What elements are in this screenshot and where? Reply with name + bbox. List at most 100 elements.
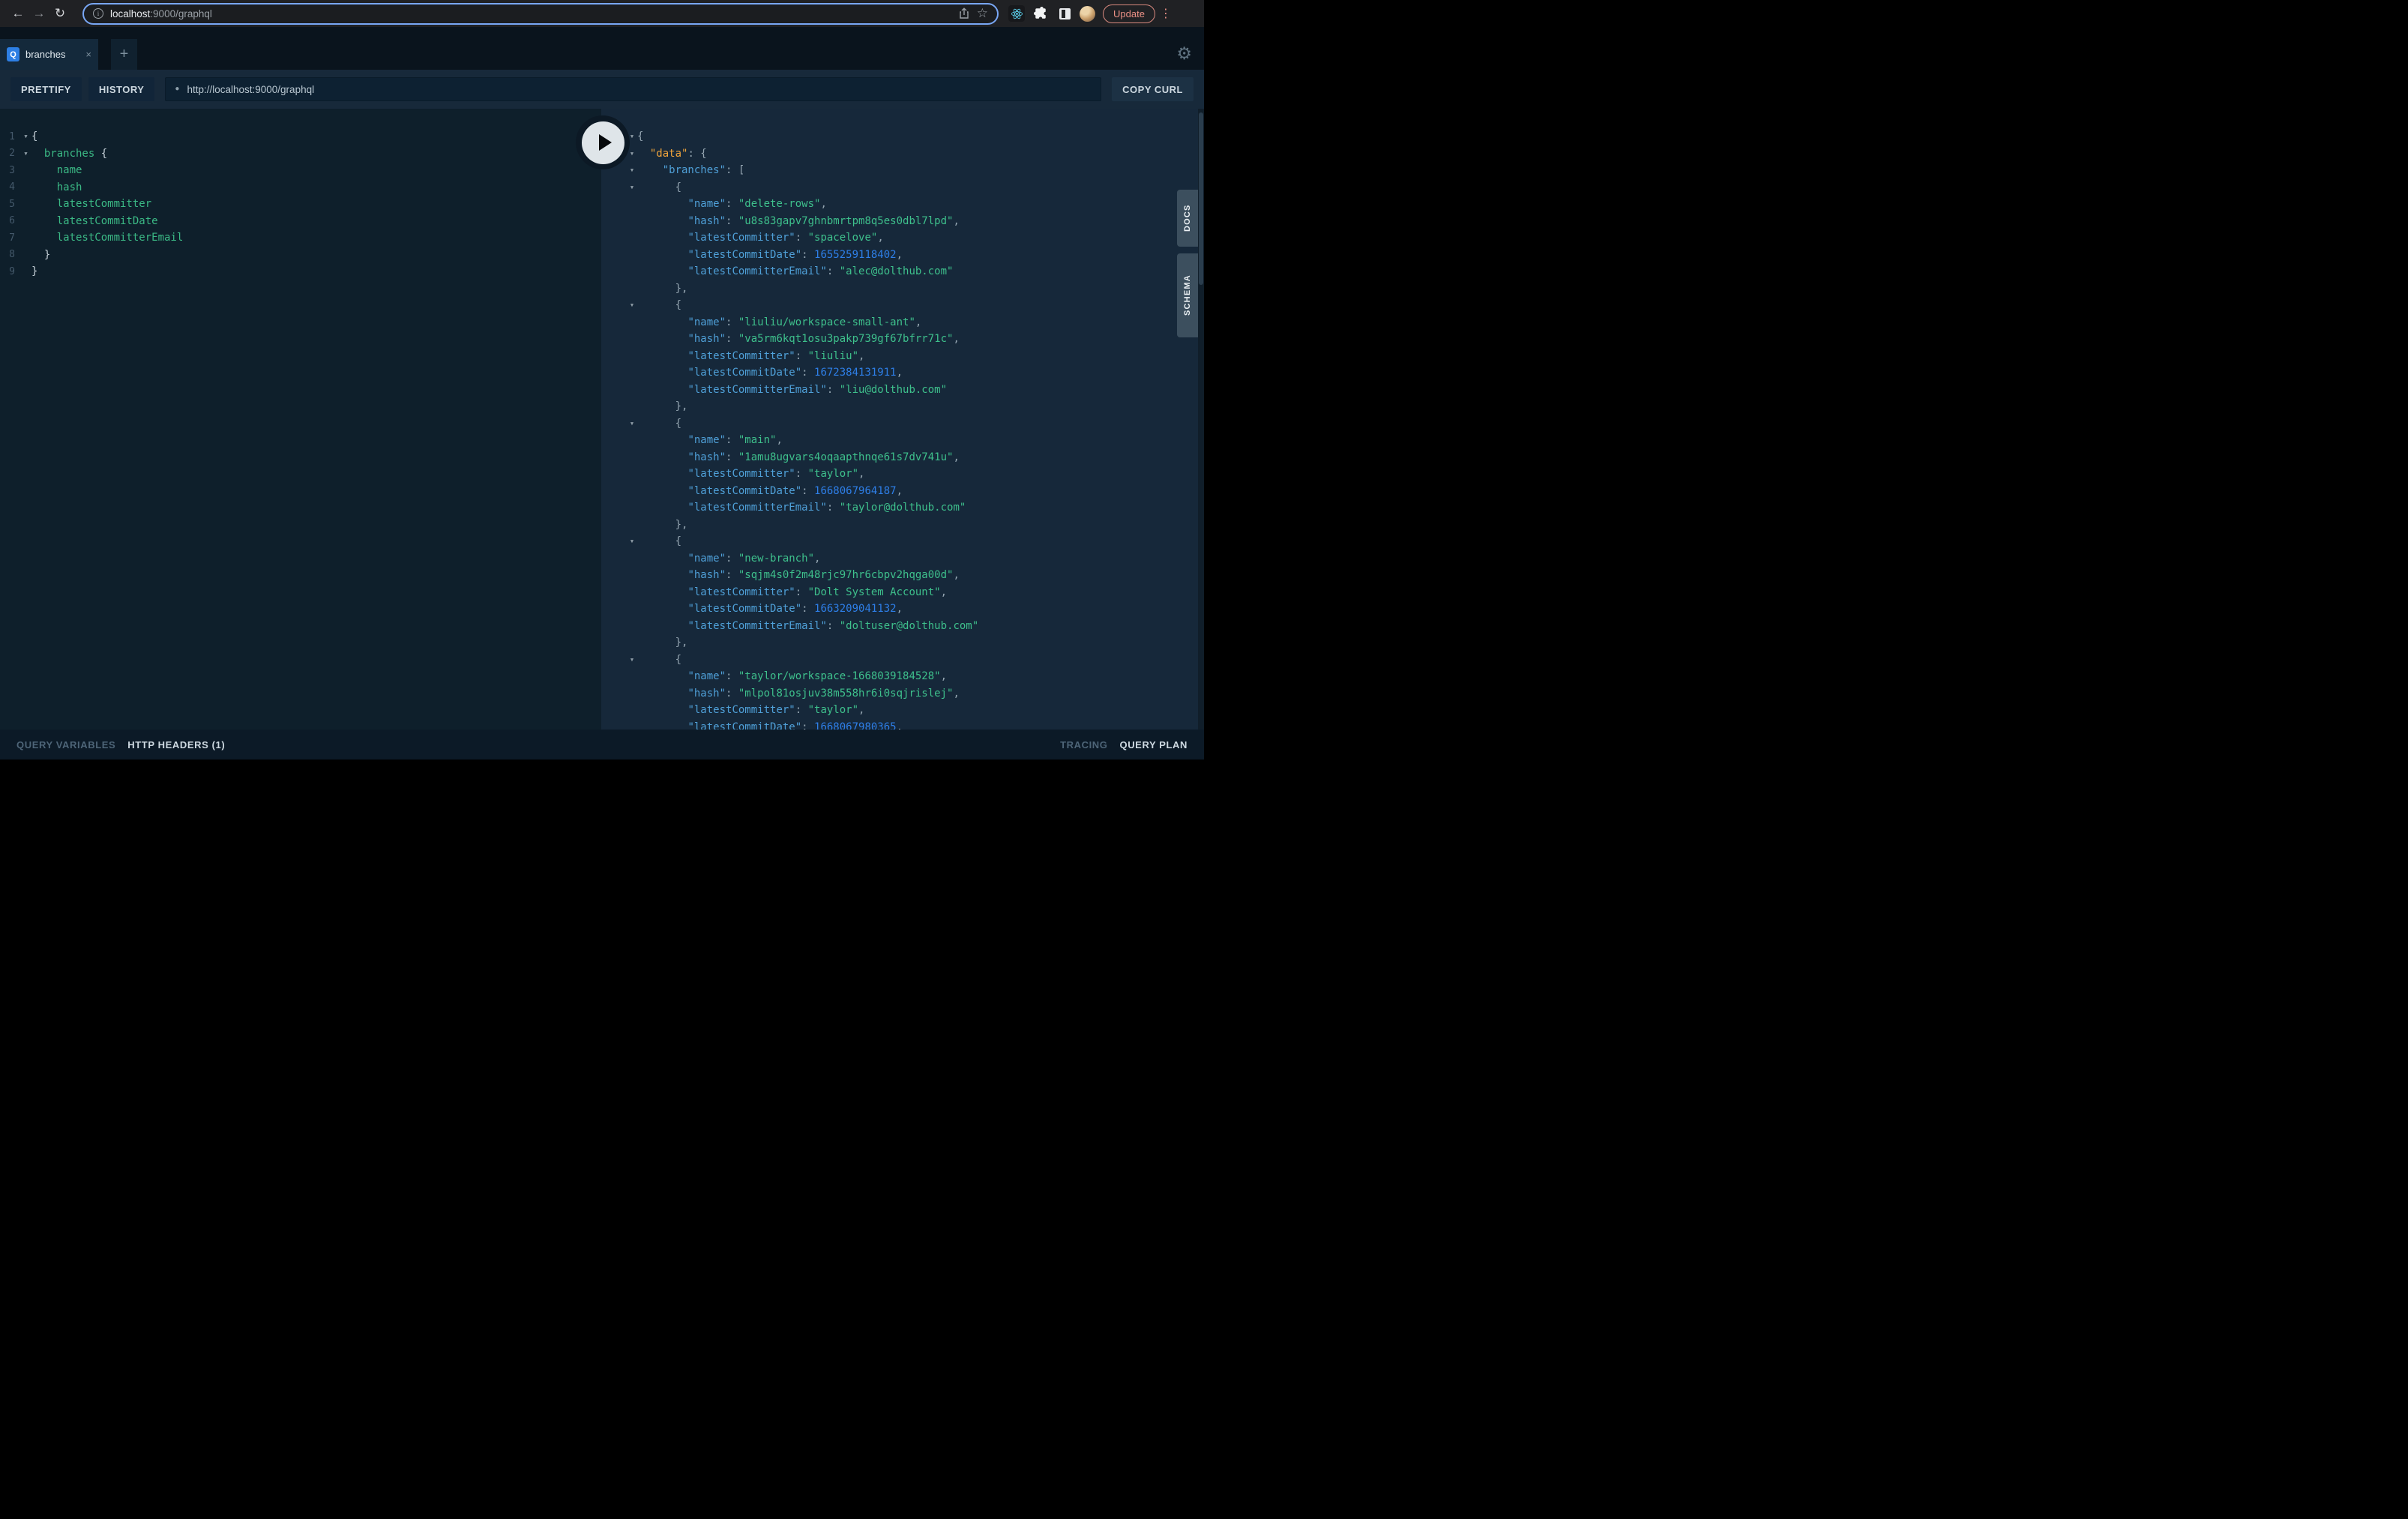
- browser-menu-icon[interactable]: ⋮: [1160, 6, 1172, 21]
- share-icon[interactable]: [958, 7, 970, 19]
- docs-side-tab[interactable]: DOCS: [1177, 190, 1198, 247]
- result-line: "latestCommitDate": 1663209041132,: [601, 601, 1204, 618]
- endpoint-url: http://localhost:9000/graphql: [187, 84, 314, 95]
- line-number: 7: [0, 232, 15, 244]
- code-text: },: [637, 634, 687, 652]
- tab-close-icon[interactable]: ×: [85, 49, 91, 60]
- code-text: latestCommitDate: [31, 213, 158, 230]
- result-line: "hash": "mlpol81osjuv38m558hr6i0sqjrisle…: [601, 685, 1204, 703]
- code-text: latestCommitter: [31, 196, 151, 213]
- line-number: 3: [0, 165, 15, 176]
- forward-icon[interactable]: →: [28, 2, 49, 25]
- fold-arrow-icon[interactable]: ▼: [20, 151, 31, 157]
- query-line: 2 ▼ branches {: [0, 145, 601, 163]
- result-line: ▼ {: [601, 652, 1204, 669]
- query-variables-tab[interactable]: QUERY VARIABLES: [16, 739, 115, 751]
- code-text: },: [637, 517, 687, 534]
- result-line: "latestCommitDate": 1655259118402,: [601, 247, 1204, 264]
- tracing-tab[interactable]: TRACING: [1060, 739, 1107, 751]
- result-line: "latestCommitterEmail": "alec@dolthub.co…: [601, 263, 1204, 280]
- fold-arrow-icon[interactable]: ▼: [627, 302, 637, 308]
- line-number: 6: [0, 215, 15, 226]
- code-text: {: [637, 415, 681, 433]
- fold-arrow-icon[interactable]: ▼: [627, 657, 637, 663]
- bookmark-star-icon[interactable]: ☆: [977, 7, 988, 19]
- schema-side-tab[interactable]: SCHEMA: [1177, 253, 1198, 337]
- result-line: "latestCommitter": "spacelove",: [601, 229, 1204, 247]
- result-line: "hash": "sqjm4s0f2m48rjc97hr6cbpv2hqga00…: [601, 567, 1204, 584]
- fold-arrow-icon[interactable]: ▼: [20, 133, 31, 139]
- fold-arrow-icon[interactable]: ▼: [627, 151, 637, 157]
- code-text: }: [31, 247, 50, 264]
- site-info-icon[interactable]: i: [93, 8, 103, 19]
- code-text: "hash": "mlpol81osjuv38m558hr6i0sqjrisle…: [637, 685, 960, 703]
- result-line: },: [601, 634, 1204, 652]
- code-text: "hash": "u8s83gapv7ghnbmrtpm8q5es0dbl7lp…: [637, 213, 960, 230]
- code-text: "name": "taylor/workspace-1668039184528"…: [637, 668, 947, 685]
- code-text: {: [31, 128, 37, 145]
- react-devtools-extension-icon[interactable]: [1008, 5, 1025, 22]
- result-line: "hash": "1amu8ugvars4oqaapthnqe61s7dv741…: [601, 449, 1204, 466]
- update-button[interactable]: Update: [1103, 4, 1155, 23]
- result-line: ▼ {: [601, 297, 1204, 314]
- code-text: {: [637, 128, 643, 145]
- query-badge: Q: [7, 47, 19, 61]
- code-text: "latestCommitDate": 1672384131911,: [637, 364, 903, 382]
- playground-tabstrip: Q branches × + ⚙: [0, 27, 1204, 70]
- fold-arrow-icon[interactable]: ▼: [627, 538, 637, 544]
- result-line: ▼ "data": {: [601, 145, 1204, 163]
- result-line: ▼ "branches": [: [601, 162, 1204, 179]
- http-headers-tab[interactable]: HTTP HEADERS (1): [127, 739, 225, 751]
- query-line: 3 name: [0, 162, 601, 179]
- code-text: "latestCommitter": "liuliu",: [637, 348, 864, 365]
- prettify-button[interactable]: PRETTIFY: [10, 77, 82, 101]
- code-text: "name": "main",: [637, 432, 783, 449]
- extensions-puzzle-icon[interactable]: [1032, 4, 1050, 22]
- code-text: branches {: [31, 145, 107, 163]
- result-scrollbar[interactable]: [1198, 109, 1204, 730]
- query-line: 9}: [0, 263, 601, 280]
- code-text: }: [31, 263, 37, 280]
- query-plan-tab[interactable]: QUERY PLAN: [1119, 739, 1188, 751]
- code-text: {: [637, 652, 681, 669]
- new-tab-button[interactable]: +: [111, 39, 137, 70]
- code-text: "branches": [: [637, 162, 744, 179]
- result-scrollbar-thumb[interactable]: [1199, 112, 1203, 285]
- code-text: "latestCommitterEmail": "liu@dolthub.com…: [637, 382, 947, 399]
- code-text: },: [637, 398, 687, 415]
- code-text: "hash": "va5rm6kqt1osu3pakp739gf67bfrr71…: [637, 331, 960, 348]
- line-number: 2: [0, 148, 15, 159]
- code-text: "latestCommitDate": 1663209041132,: [637, 601, 903, 618]
- result-line: },: [601, 398, 1204, 415]
- result-line: "latestCommitterEmail": "taylor@dolthub.…: [601, 499, 1204, 517]
- code-text: "latestCommitter": "taylor",: [637, 466, 864, 483]
- result-line: ▼ {: [601, 533, 1204, 550]
- endpoint-input[interactable]: ● http://localhost:9000/graphql: [165, 77, 1101, 101]
- fold-arrow-icon[interactable]: ▼: [627, 184, 637, 190]
- result-line: "name": "delete-rows",: [601, 196, 1204, 213]
- fold-arrow-icon[interactable]: ▼: [627, 167, 637, 173]
- result-line: "latestCommitDate": 1672384131911,: [601, 364, 1204, 382]
- code-text: "latestCommitDate": 1655259118402,: [637, 247, 903, 264]
- back-icon[interactable]: ←: [7, 2, 28, 25]
- fold-arrow-icon[interactable]: ▼: [627, 421, 637, 427]
- result-line: ▼{: [601, 128, 1204, 145]
- play-icon: [582, 121, 624, 164]
- side-panel-icon[interactable]: [1059, 8, 1071, 19]
- result-line: ▼ {: [601, 179, 1204, 196]
- line-number: 5: [0, 199, 15, 210]
- line-number: 1: [0, 131, 15, 142]
- settings-gear-icon[interactable]: ⚙: [1176, 45, 1192, 62]
- history-button[interactable]: HISTORY: [88, 77, 155, 101]
- session-tab-branches[interactable]: Q branches ×: [0, 39, 98, 70]
- result-line: "name": "liuliu/workspace-small-ant",: [601, 314, 1204, 331]
- copy-curl-button[interactable]: COPY CURL: [1112, 77, 1194, 101]
- execute-query-button[interactable]: [576, 115, 630, 169]
- reload-icon[interactable]: ↻: [49, 2, 70, 25]
- result-line: "name": "new-branch",: [601, 550, 1204, 568]
- profile-avatar[interactable]: [1080, 6, 1095, 22]
- line-number: 8: [0, 249, 15, 260]
- query-editor[interactable]: 1▼{2▼ branches {3 name4 hash5 latestComm…: [0, 109, 601, 730]
- result-line: "latestCommitterEmail": "doltuser@dolthu…: [601, 618, 1204, 635]
- address-bar[interactable]: i localhost:9000/graphql ☆: [82, 3, 999, 25]
